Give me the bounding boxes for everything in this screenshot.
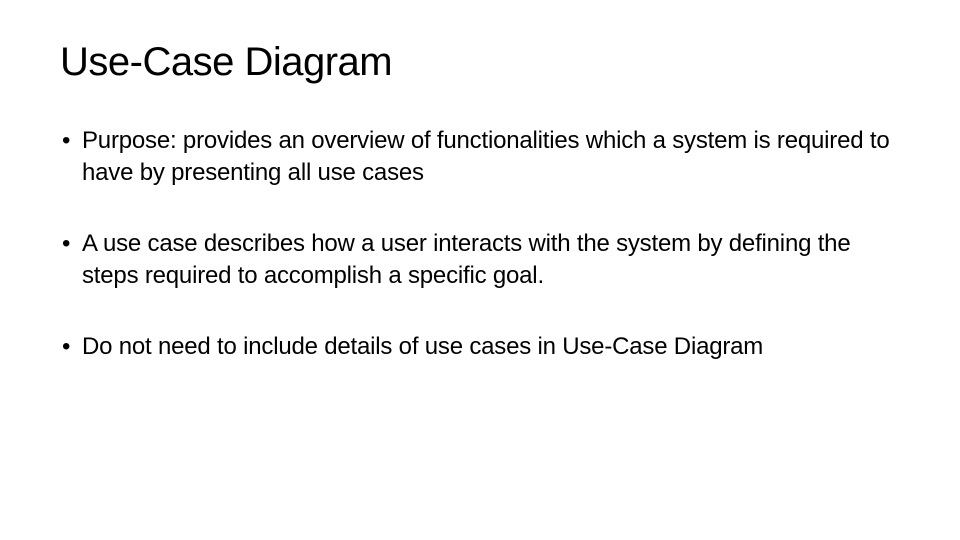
bullet-list: Purpose: provides an overview of functio…: [60, 125, 900, 363]
bullet-item: A use case describes how a user interact…: [60, 228, 900, 293]
slide-title: Use-Case Diagram: [60, 40, 900, 85]
bullet-item: Purpose: provides an overview of functio…: [60, 125, 900, 190]
bullet-item: Do not need to include details of use ca…: [60, 331, 900, 363]
slide-container: Use-Case Diagram Purpose: provides an ov…: [0, 0, 960, 441]
